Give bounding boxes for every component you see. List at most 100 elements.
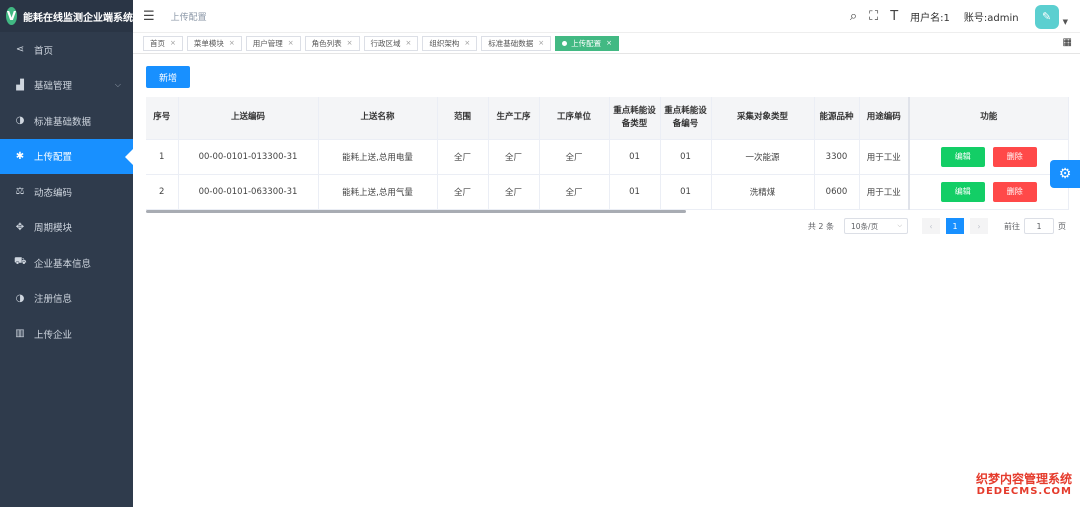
table-cell: 00-00-0101-063300-31 bbox=[178, 174, 319, 210]
font-size-icon[interactable]: T bbox=[890, 9, 898, 24]
table-cell: 全厂 bbox=[488, 139, 540, 175]
sidebar-item-dynamic-code[interactable]: ⚖ 动态编码 bbox=[0, 174, 133, 210]
move-icon: ✥ bbox=[15, 221, 25, 233]
sidebar-item-home[interactable]: ⋖ 首页 bbox=[0, 32, 133, 68]
settings-button[interactable]: ⚙ bbox=[1050, 160, 1080, 188]
sidebar-item-upload-enterprise[interactable]: ▥ 上传企业 bbox=[0, 316, 133, 352]
sidebar-item-label: 上传企业 bbox=[34, 329, 73, 341]
table-cell: 全厂 bbox=[539, 174, 610, 210]
tag-organization[interactable]: 组织架构 × bbox=[422, 35, 478, 51]
sidebar-item-label: 注册信息 bbox=[34, 294, 73, 306]
row-actions: 编辑 删除 bbox=[908, 174, 1069, 210]
goto-page-input[interactable] bbox=[1024, 218, 1054, 234]
column-header: 能源品种 bbox=[814, 97, 860, 140]
column-header: 重点耗能设备编号 bbox=[660, 97, 712, 140]
active-dot-icon bbox=[562, 40, 568, 46]
fullscreen-icon[interactable]: ⛶ bbox=[869, 9, 878, 24]
vue-logo-icon: V bbox=[6, 7, 17, 25]
sidebar-item-basic-management[interactable]: ▟ 基础管理 ⌵ bbox=[0, 68, 133, 104]
column-header: 重点耗能设备类型 bbox=[609, 97, 661, 140]
edit-button[interactable]: 编辑 bbox=[940, 181, 985, 202]
sidebar-menu: ⋖ 首页 ▟ 基础管理 ⌵ ◑ 标准基础数据 ✱ 上传配置 ⚖ 动态编码 ✥ 周… bbox=[0, 32, 133, 352]
scale-icon: ⚖ bbox=[15, 186, 25, 198]
close-icon[interactable]: × bbox=[538, 39, 544, 47]
table-row: 1 00-00-0101-013300-31 能耗上送,总用电量 全厂 全厂 全… bbox=[146, 139, 1069, 175]
table-cell: 全厂 bbox=[437, 174, 489, 210]
page-size-value: 10条/页 bbox=[851, 221, 879, 231]
tag-label: 菜单模块 bbox=[193, 38, 224, 48]
column-header: 功能 bbox=[908, 97, 1069, 140]
delete-button[interactable]: 删除 bbox=[992, 146, 1037, 167]
close-icon[interactable]: × bbox=[464, 39, 470, 47]
breadcrumb[interactable]: 上传配置 bbox=[171, 10, 207, 23]
caret-down-icon[interactable]: ▼ bbox=[1063, 18, 1068, 26]
goto-label: 前往 bbox=[1004, 221, 1020, 231]
column-header: 上送名称 bbox=[318, 97, 438, 140]
search-icon[interactable]: ⌕ bbox=[850, 9, 857, 24]
table-cell: 全厂 bbox=[488, 174, 540, 210]
sidebar-item-label: 企业基本信息 bbox=[34, 258, 92, 270]
grid-menu-icon[interactable]: ▦ bbox=[1063, 37, 1072, 48]
sidebar-item-label: 周期模块 bbox=[34, 223, 73, 235]
edit-button[interactable]: 编辑 bbox=[940, 146, 985, 167]
delete-button[interactable]: 删除 bbox=[992, 181, 1037, 202]
add-button[interactable]: 新增 bbox=[146, 66, 190, 88]
tag-region[interactable]: 行政区域 × bbox=[363, 35, 419, 51]
sidebar-item-cycle-module[interactable]: ✥ 周期模块 bbox=[0, 210, 133, 246]
sidebar-item-enterprise-info[interactable]: ⛟ 企业基本信息 bbox=[0, 245, 133, 281]
pagination: 共 2 条 10条/页 ⌵ ‹ 1 › 前往 页 bbox=[808, 218, 1066, 234]
tag-home[interactable]: 首页 × bbox=[143, 35, 183, 51]
table-cell: 能耗上送,总用电量 bbox=[318, 139, 438, 175]
sidebar-item-label: 基础管理 bbox=[34, 81, 73, 93]
row-actions: 编辑 删除 bbox=[908, 139, 1069, 175]
table-cell: 一次能源 bbox=[711, 139, 815, 175]
sidebar-item-label: 首页 bbox=[34, 45, 54, 57]
close-icon[interactable]: × bbox=[347, 39, 353, 47]
tag-label: 首页 bbox=[150, 38, 165, 48]
avatar[interactable]: ✎ bbox=[1034, 4, 1059, 29]
account-name: 账号:admin bbox=[963, 13, 1019, 24]
page-number-button[interactable]: 1 bbox=[946, 218, 964, 234]
total-count: 共 2 条 bbox=[807, 221, 834, 231]
table-cell: 01 bbox=[660, 174, 712, 210]
sidebar-item-upload-config[interactable]: ✱ 上传配置 bbox=[0, 138, 133, 174]
close-icon[interactable]: × bbox=[170, 39, 176, 47]
chevron-down-icon: ⌵ bbox=[114, 80, 121, 90]
close-icon[interactable]: × bbox=[229, 39, 235, 47]
horizontal-scrollbar[interactable] bbox=[146, 210, 686, 213]
top-header: ☰ 上传配置 ⌕ ⛶ T 用户名:1 账号:admin ✎ ▼ bbox=[133, 0, 1080, 33]
app-logo[interactable]: V 能耗在线监测企业端系统 bbox=[0, 0, 133, 32]
column-header: 采集对象类型 bbox=[711, 97, 815, 140]
sidebar-item-standard-data[interactable]: ◑ 标准基础数据 bbox=[0, 103, 133, 139]
table-cell: 全厂 bbox=[437, 139, 489, 175]
close-icon[interactable]: × bbox=[406, 39, 412, 47]
tag-label: 上传配置 bbox=[571, 38, 602, 48]
page-size-select[interactable]: 10条/页 ⌵ bbox=[844, 218, 908, 234]
table-cell: 洗精煤 bbox=[711, 174, 815, 210]
prev-page-button[interactable]: ‹ bbox=[922, 218, 940, 234]
tag-standard-data[interactable]: 标准基础数据 × bbox=[481, 35, 552, 51]
menu-toggle-icon[interactable]: ☰ bbox=[143, 9, 155, 24]
column-header: 用途编码 bbox=[859, 97, 910, 140]
chart-icon: ▟ bbox=[16, 79, 24, 91]
tag-menu-module[interactable]: 菜单模块 × bbox=[186, 35, 242, 51]
share-icon: ⋖ bbox=[15, 44, 25, 56]
close-icon[interactable]: × bbox=[606, 39, 612, 47]
column-header: 序号 bbox=[146, 97, 179, 140]
tag-label: 角色列表 bbox=[311, 38, 342, 48]
tag-user-management[interactable]: 用户管理 × bbox=[245, 35, 301, 51]
table-cell: 用于工业 bbox=[859, 174, 910, 210]
user-name: 用户名:1 bbox=[910, 13, 950, 24]
sidebar-item-registration[interactable]: ◑ 注册信息 bbox=[0, 281, 133, 317]
close-icon[interactable]: × bbox=[288, 39, 294, 47]
tag-upload-config[interactable]: 上传配置 × bbox=[555, 35, 619, 51]
tags-view: 首页 × 菜单模块 × 用户管理 × 角色列表 × 行政区域 × 组织架构 × 标准基础数据… bbox=[133, 33, 1080, 54]
next-page-button[interactable]: › bbox=[970, 218, 988, 234]
chevron-down-icon: ⌵ bbox=[897, 222, 902, 229]
table-cell: 能耗上送,总用气量 bbox=[318, 174, 438, 210]
app-title: 能耗在线监测企业端系统 bbox=[23, 12, 133, 24]
sidebar: V 能耗在线监测企业端系统 ⋖ 首页 ▟ 基础管理 ⌵ ◑ 标准基础数据 ✱ 上… bbox=[0, 0, 133, 507]
tag-role-list[interactable]: 角色列表 × bbox=[304, 35, 360, 51]
table-cell: 01 bbox=[609, 174, 661, 210]
table-cell: 01 bbox=[660, 139, 712, 175]
